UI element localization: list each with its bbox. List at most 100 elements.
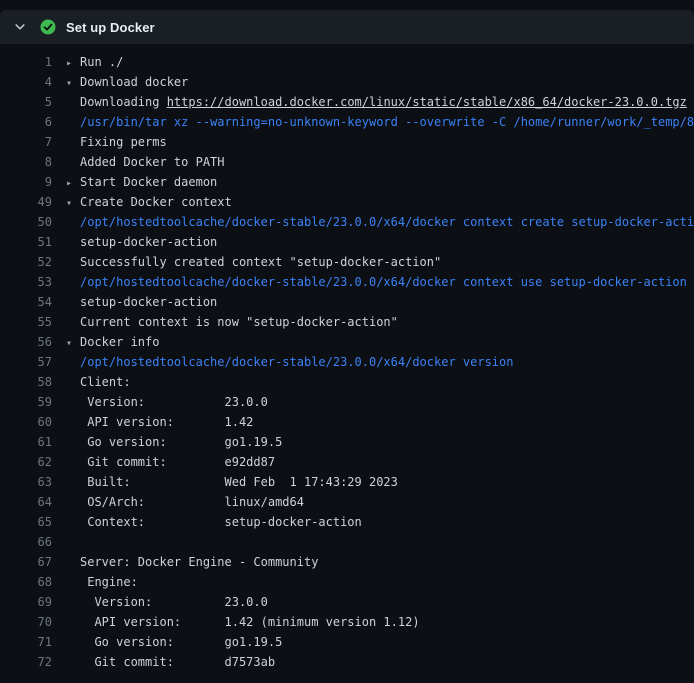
group-label: Download docker [80, 75, 188, 89]
log-line-content: setup-docker-action [66, 292, 694, 312]
log-row: 55 Current context is now "setup-docker-a… [0, 312, 694, 332]
group-label: Create Docker context [80, 195, 232, 209]
line-number[interactable]: 53 [0, 272, 52, 292]
line-number[interactable]: 57 [0, 352, 52, 372]
log-line-content: API version: 1.42 (minimum version 1.12) [66, 612, 694, 632]
line-number[interactable]: 8 [0, 152, 52, 172]
line-number[interactable]: 65 [0, 512, 52, 532]
log-row: 51 setup-docker-action [0, 232, 694, 252]
log-lines: 1▸Run ./4▾Download docker5Downloading ht… [0, 44, 694, 672]
log-row: 50/opt/hostedtoolcache/docker-stable/23.… [0, 212, 694, 232]
log-line-content: Go version: go1.19.5 [66, 632, 694, 652]
log-row: 61 Go version: go1.19.5 [0, 432, 694, 452]
log-line-content: Engine: [66, 572, 694, 592]
log-line-content: /usr/bin/tar xz --warning=no-unknown-key… [66, 112, 694, 132]
log-row: 59 Version: 23.0.0 [0, 392, 694, 412]
log-line-content: /opt/hostedtoolcache/docker-stable/23.0.… [66, 352, 694, 372]
line-number[interactable]: 62 [0, 452, 52, 472]
line-number[interactable]: 4 [0, 72, 52, 92]
log-row: 54 setup-docker-action [0, 292, 694, 312]
log-line-content[interactable]: ▾Docker info [66, 332, 694, 352]
line-number[interactable]: 59 [0, 392, 52, 412]
group-label: Run ./ [80, 55, 123, 69]
log-row: 69 Version: 23.0.0 [0, 592, 694, 612]
log-row[interactable]: 56 ▾Docker info [0, 332, 694, 352]
log-link[interactable]: https://download.docker.com/linux/static… [167, 95, 687, 109]
log-line-content: Successfully created context "setup-dock… [66, 252, 694, 272]
line-number[interactable]: 61 [0, 432, 52, 452]
log-row: 5 Downloading https://download.docker.com… [0, 92, 694, 112]
line-number[interactable]: 68 [0, 572, 52, 592]
log-line-content: Downloading https://download.docker.com/… [66, 92, 694, 112]
log-row: 70 API version: 1.42 (minimum version 1.… [0, 612, 694, 632]
log-row: 57/opt/hostedtoolcache/docker-stable/23.… [0, 352, 694, 372]
log-line-content[interactable]: ▸Run ./ [66, 52, 694, 72]
log-line-content: Server: Docker Engine - Community [66, 552, 694, 572]
success-check-icon [40, 19, 56, 35]
line-number[interactable]: 60 [0, 412, 52, 432]
log-row[interactable]: 1 ▸Run ./ [0, 52, 694, 72]
line-number[interactable]: 1 [0, 52, 52, 72]
log-row: 6/usr/bin/tar xz --warning=no-unknown-ke… [0, 112, 694, 132]
group-label: Start Docker daemon [80, 175, 217, 189]
line-number[interactable]: 71 [0, 632, 52, 652]
log-line-content: Context: setup-docker-action [66, 512, 694, 532]
step-title: Set up Docker [66, 20, 155, 35]
log-row: 60 API version: 1.42 [0, 412, 694, 432]
line-number[interactable]: 72 [0, 652, 52, 672]
log-line-content[interactable]: ▸Start Docker daemon [66, 172, 694, 192]
line-number[interactable]: 9 [0, 172, 52, 192]
line-number[interactable]: 70 [0, 612, 52, 632]
log-row: 58 Client: [0, 372, 694, 392]
log-line-content: Added Docker to PATH [66, 152, 694, 172]
triangle-right-icon[interactable]: ▸ [66, 174, 80, 192]
line-number[interactable]: 51 [0, 232, 52, 252]
log-line-content: Go version: go1.19.5 [66, 432, 694, 452]
step-header[interactable]: Set up Docker [0, 10, 694, 44]
log-line-content: API version: 1.42 [66, 412, 694, 432]
log-row[interactable]: 4 ▾Download docker [0, 72, 694, 92]
line-number[interactable]: 55 [0, 312, 52, 332]
log-text: Downloading [80, 95, 167, 109]
line-number[interactable]: 52 [0, 252, 52, 272]
line-number[interactable]: 7 [0, 132, 52, 152]
log-line-content: Client: [66, 372, 694, 392]
triangle-down-icon[interactable]: ▾ [66, 194, 80, 212]
triangle-down-icon[interactable]: ▾ [66, 334, 80, 352]
line-number[interactable]: 56 [0, 332, 52, 352]
log-line-content: Version: 23.0.0 [66, 392, 694, 412]
triangle-down-icon[interactable]: ▾ [66, 74, 80, 92]
log-line-content: Current context is now "setup-docker-act… [66, 312, 694, 332]
log-line-content[interactable]: ▾Create Docker context [66, 192, 694, 212]
line-number[interactable]: 6 [0, 112, 52, 132]
log-row: 62 Git commit: e92dd87 [0, 452, 694, 472]
line-number[interactable]: 50 [0, 212, 52, 232]
log-row: 68 Engine: [0, 572, 694, 592]
line-number[interactable]: 64 [0, 492, 52, 512]
log-row: 52 Successfully created context "setup-do… [0, 252, 694, 272]
log-row[interactable]: 49 ▾Create Docker context [0, 192, 694, 212]
log-row: 67 Server: Docker Engine - Community [0, 552, 694, 572]
line-number[interactable]: 49 [0, 192, 52, 212]
line-number[interactable]: 63 [0, 472, 52, 492]
log-line-content: /opt/hostedtoolcache/docker-stable/23.0.… [66, 272, 694, 292]
line-number[interactable]: 66 [0, 532, 52, 552]
group-label: Docker info [80, 335, 159, 349]
chevron-down-icon[interactable] [12, 19, 28, 35]
log-row[interactable]: 9 ▸Start Docker daemon [0, 172, 694, 192]
log-line-content: setup-docker-action [66, 232, 694, 252]
log-row: 65 Context: setup-docker-action [0, 512, 694, 532]
log-line-content: /opt/hostedtoolcache/docker-stable/23.0.… [66, 212, 694, 232]
log-line-content: OS/Arch: linux/amd64 [66, 492, 694, 512]
line-number[interactable]: 58 [0, 372, 52, 392]
line-number[interactable]: 69 [0, 592, 52, 612]
line-number[interactable]: 54 [0, 292, 52, 312]
line-number[interactable]: 5 [0, 92, 52, 112]
line-number[interactable]: 67 [0, 552, 52, 572]
log-row: 72 Git commit: d7573ab [0, 652, 694, 672]
triangle-right-icon[interactable]: ▸ [66, 54, 80, 72]
log-panel: Set up Docker 1▸Run ./4▾Download docker5… [0, 0, 694, 672]
log-row: 53/opt/hostedtoolcache/docker-stable/23.… [0, 272, 694, 292]
log-line-content: Git commit: e92dd87 [66, 452, 694, 472]
log-line-content[interactable]: ▾Download docker [66, 72, 694, 92]
